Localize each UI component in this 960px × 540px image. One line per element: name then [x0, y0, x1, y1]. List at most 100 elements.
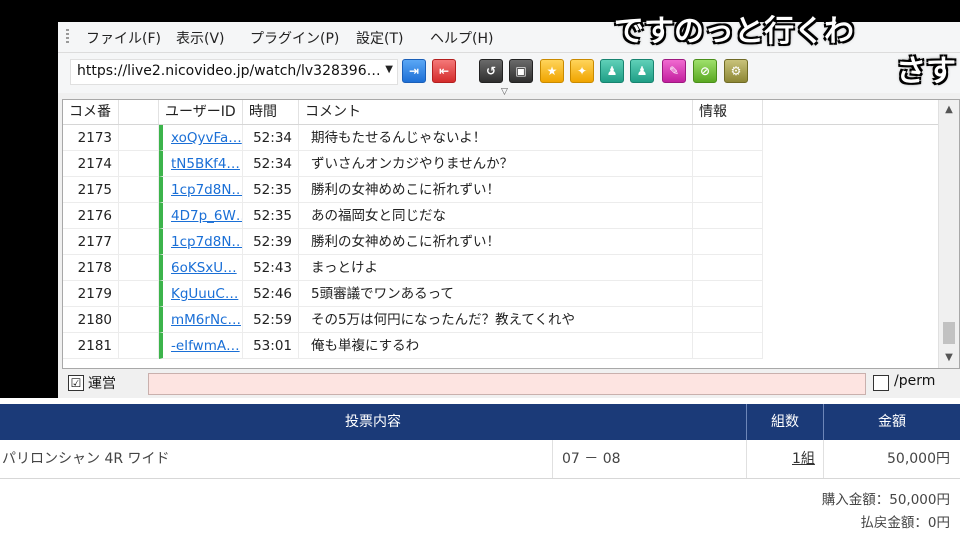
connect-icon[interactable]: ⇥ [402, 59, 426, 83]
overlay-caption-line2: さす [896, 54, 956, 89]
list-row[interactable]: 2176 4D7p_6W… 52:35 あの福岡女と同じだな [63, 203, 939, 229]
list-row[interactable]: 2180 mM6rNc… 52:59 その5万は何円になったんだ？教えてくれや [63, 307, 939, 333]
col-blank[interactable] [119, 100, 159, 124]
overlay-caption-line1: ですのっと行くわ [614, 14, 854, 49]
comment-text: まっとけよ [299, 255, 693, 281]
collapse-arrow-icon[interactable]: ▽ [501, 87, 508, 97]
off-icon[interactable]: ⊘ [693, 59, 717, 83]
comment-list[interactable]: コメ番 ユーザーID 時間 コメント 情報 2173 xoQyvFa… 52:3… [62, 99, 960, 369]
user-id-link[interactable]: -eIfwmA… [159, 333, 243, 359]
comment-info [693, 203, 763, 229]
comment-text: ずいさんオンカジやりませんか？ [299, 151, 693, 177]
chevron-up-icon[interactable]: ▲ [939, 100, 959, 120]
comment-info [693, 177, 763, 203]
user-id-link[interactable]: 1cp7d8N… [159, 177, 243, 203]
vertical-scrollbar[interactable]: ▲ ▼ [938, 100, 959, 368]
blank-cell [119, 177, 159, 203]
blank-cell [119, 255, 159, 281]
bet-combination: 07 － 08 [562, 451, 621, 467]
bet-col-amount: 金額 [878, 414, 906, 430]
bet-row: パリロンシャン 4R ワイド 07 － 08 1組 50,000円 [0, 440, 960, 479]
operator-checkbox[interactable]: ☑ [68, 375, 84, 391]
blank-cell [119, 333, 159, 359]
divider [823, 440, 824, 478]
scrollbar-thumb[interactable] [943, 322, 955, 344]
user-id-link[interactable]: tN5BKf4… [159, 151, 243, 177]
comment-info [693, 255, 763, 281]
star-all-icon[interactable]: ✦ [570, 59, 594, 83]
list-row[interactable]: 2181 -eIfwmA… 53:01 俺も単複にするわ [63, 333, 939, 359]
comment-time: 53:01 [243, 333, 299, 359]
comment-time: 52:34 [243, 151, 299, 177]
col-time[interactable]: 時間 [243, 100, 299, 124]
col-comment[interactable]: コメント [299, 100, 693, 124]
comment-text: 期待もたせるんじゃないよ！ [299, 125, 693, 151]
gear-icon[interactable]: ⚙ [724, 59, 748, 83]
list-row[interactable]: 2175 1cp7d8N… 52:35 勝利の女神めめこに祈れずい！ [63, 177, 939, 203]
comment-text: 勝利の女神めめこに祈れずい！ [299, 229, 693, 255]
divider [746, 440, 747, 478]
list-row[interactable]: 2178 6oKSxU… 52:43 まっとけよ [63, 255, 939, 281]
col-user-id[interactable]: ユーザーID [159, 100, 243, 124]
list-header: コメ番 ユーザーID 時間 コメント 情報 [63, 100, 939, 125]
star-icon[interactable]: ★ [540, 59, 564, 83]
chevron-down-icon[interactable]: ▼ [939, 348, 959, 368]
bet-col-content: 投票内容 [345, 414, 401, 430]
comment-no: 2173 [63, 125, 119, 151]
comment-text: あの福岡女と同じだな [299, 203, 693, 229]
menu-plugin[interactable]: プラグイン(P) [250, 28, 339, 48]
list-row[interactable]: 2174 tN5BKf4… 52:34 ずいさんオンカジやりませんか？ [63, 151, 939, 177]
comment-no: 2180 [63, 307, 119, 333]
blank-cell [119, 307, 159, 333]
user-id-link[interactable]: 4D7p_6W… [159, 203, 243, 229]
chevron-down-icon[interactable]: ▼ [385, 64, 393, 75]
comment-info [693, 229, 763, 255]
user-id-link[interactable]: KgUuuC… [159, 281, 243, 307]
toolbar-grip[interactable] [66, 29, 69, 45]
users-icon[interactable]: ♟ [630, 59, 654, 83]
bet-table-header: 投票内容 組数 金額 [0, 404, 960, 440]
user-id-link[interactable]: mM6rNc… [159, 307, 243, 333]
comment-input[interactable] [148, 373, 866, 395]
bet-summary: 投票内容 組数 金額 パリロンシャン 4R ワイド 07 － 08 1組 50,… [0, 398, 960, 540]
menu-file[interactable]: ファイル(F) [86, 28, 161, 48]
comment-time: 52:39 [243, 229, 299, 255]
disconnect-icon[interactable]: ⇤ [432, 59, 456, 83]
blank-cell [119, 125, 159, 151]
url-combobox[interactable]: https://live2.nicovideo.jp/watch/lv32839… [70, 59, 398, 85]
comment-time: 52:35 [243, 203, 299, 229]
blank-cell [119, 229, 159, 255]
reload-icon[interactable]: ↺ [479, 59, 503, 83]
user-id-link[interactable]: 1cp7d8N… [159, 229, 243, 255]
user-id-link[interactable]: xoQyvFa… [159, 125, 243, 151]
comment-no: 2176 [63, 203, 119, 229]
comment-time: 52:59 [243, 307, 299, 333]
bet-content: パリロンシャン 4R ワイド [2, 451, 170, 467]
user-icon[interactable]: ♟ [600, 59, 624, 83]
list-row[interactable]: 2179 KgUuuC… 52:46 5頭審議でワンあるって [63, 281, 939, 307]
comment-input-bar: ☑ 運営 /perm [58, 370, 960, 398]
comment-no: 2177 [63, 229, 119, 255]
col-comment-no[interactable]: コメ番 [63, 100, 119, 124]
list-row[interactable]: 2173 xoQyvFa… 52:34 期待もたせるんじゃないよ！ [63, 125, 939, 151]
comment-time: 52:46 [243, 281, 299, 307]
comment-text: 5頭審議でワンあるって [299, 281, 693, 307]
list-row[interactable]: 2177 1cp7d8N… 52:39 勝利の女神めめこに祈れずい！ [63, 229, 939, 255]
blank-cell [119, 203, 159, 229]
blank-cell [119, 281, 159, 307]
perm-checkbox-label: /perm [894, 373, 936, 389]
user-id-link[interactable]: 6oKSxU… [159, 255, 243, 281]
comment-no: 2174 [63, 151, 119, 177]
col-info[interactable]: 情報 [693, 100, 763, 124]
menu-view[interactable]: 表示(V) [176, 28, 225, 48]
perm-checkbox[interactable] [873, 375, 889, 391]
bet-count-link[interactable]: 1組 [792, 440, 815, 478]
window-icon[interactable]: ▣ [509, 59, 533, 83]
comment-time: 52:34 [243, 125, 299, 151]
operator-checkbox-label: 運営 [88, 376, 116, 392]
menu-settings[interactable]: 設定(T) [356, 28, 403, 48]
pen-icon[interactable]: ✎ [662, 59, 686, 83]
comment-text: その5万は何円になったんだ？教えてくれや [299, 307, 693, 333]
menu-help[interactable]: ヘルプ(H) [430, 28, 493, 48]
comment-no: 2178 [63, 255, 119, 281]
